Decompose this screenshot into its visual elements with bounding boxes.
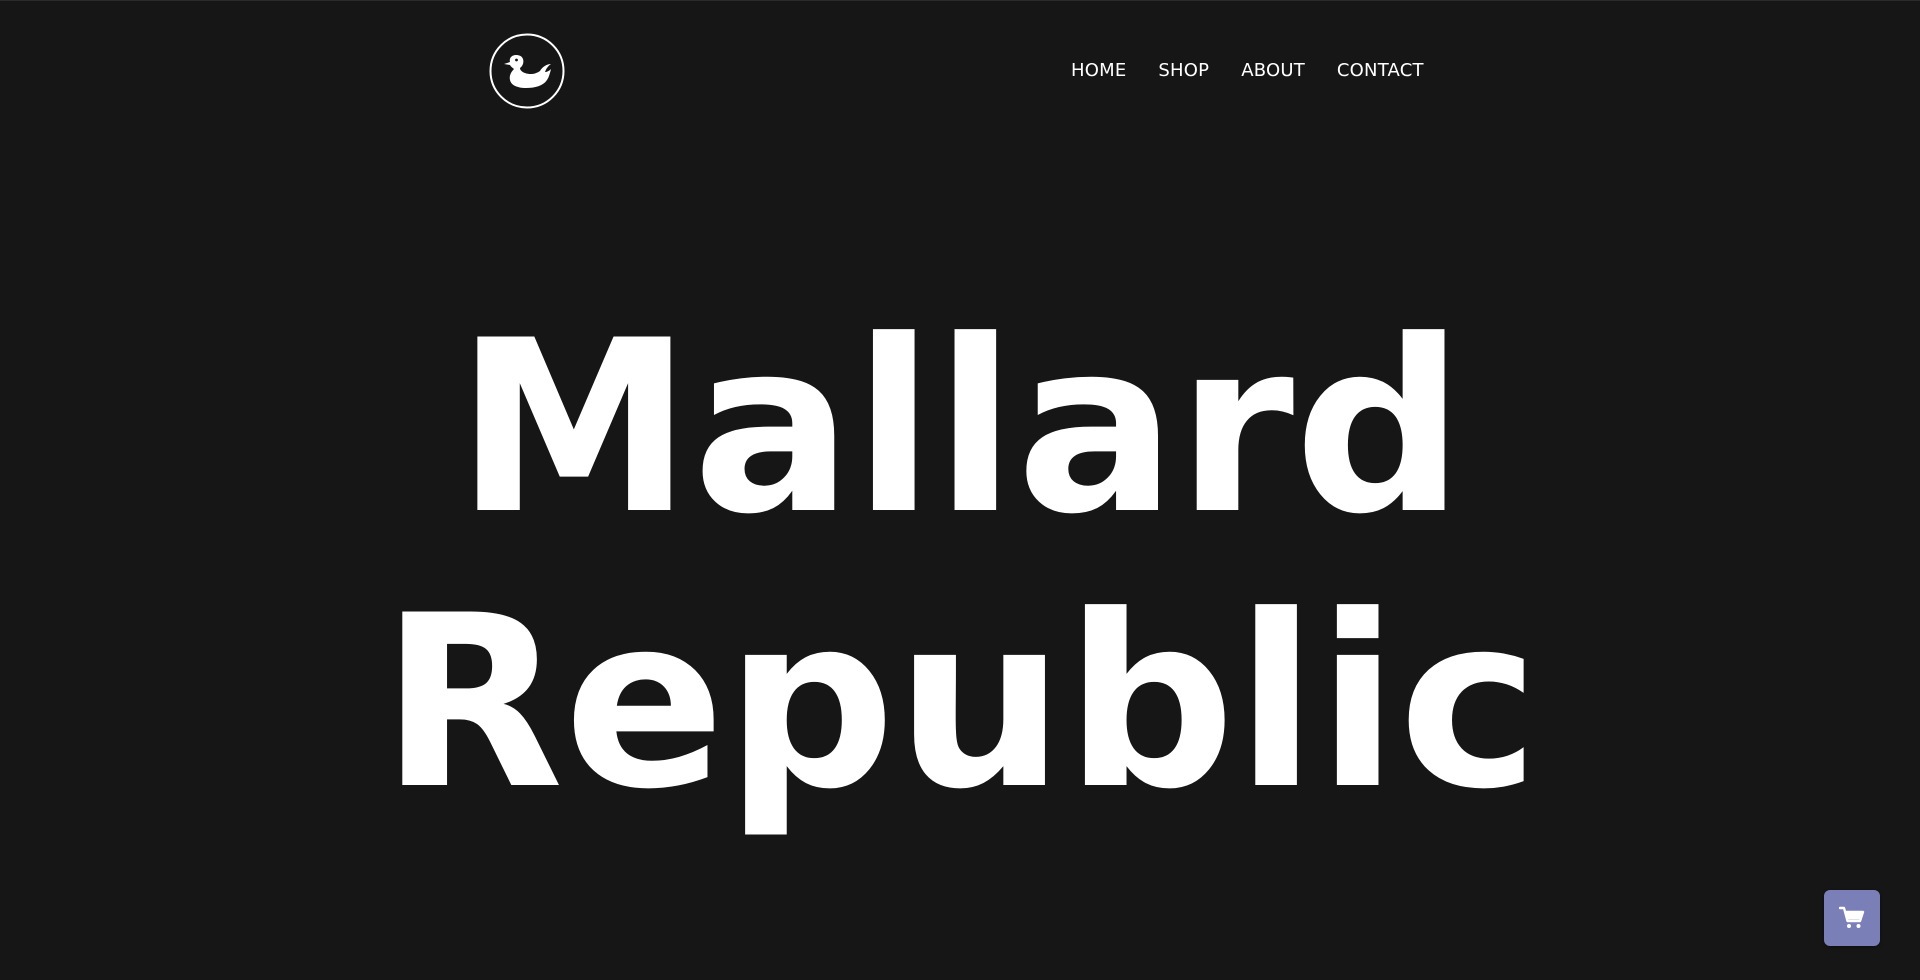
shopping-cart-icon [1839,906,1865,928]
page: HOME SHOP ABOUT CONTACT Mallard Republic [0,0,1920,980]
hero-title: Mallard Republic [0,291,1920,841]
nav-about[interactable]: ABOUT [1241,59,1305,83]
cart-button[interactable] [1824,890,1880,946]
hero-title-line-2: Republic [380,565,1540,842]
nav-contact[interactable]: CONTACT [1337,59,1424,83]
nav-shop[interactable]: SHOP [1158,59,1209,83]
nav-home[interactable]: HOME [1071,59,1126,83]
main-nav: HOME SHOP ABOUT CONTACT [1071,59,1424,83]
duck-logo-icon [489,33,565,109]
site-header: HOME SHOP ABOUT CONTACT [0,1,1920,141]
hero-title-line-1: Mallard [455,290,1465,567]
